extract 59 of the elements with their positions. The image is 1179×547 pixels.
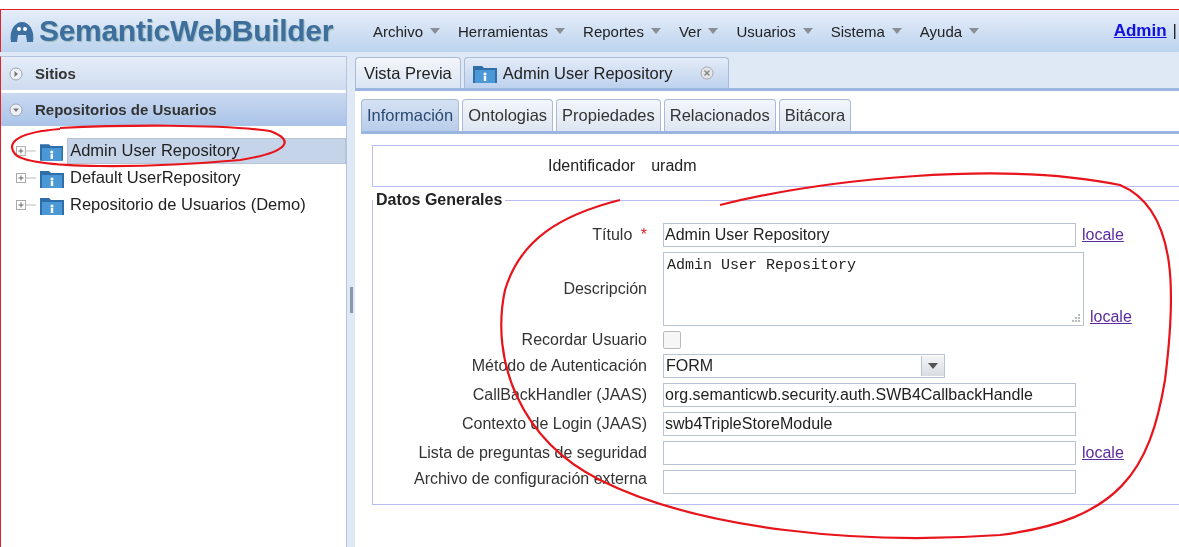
caret-icon — [555, 28, 566, 34]
caret-icon — [708, 28, 719, 34]
user-link[interactable]: Admin — [1113, 21, 1167, 41]
tree-item[interactable]: Admin User Repository — [67, 137, 346, 164]
tab[interactable]: Bitácora — [778, 99, 852, 131]
caret-icon — [891, 28, 902, 34]
identifier-value: uradm — [651, 157, 697, 175]
tree-item[interactable]: Repositorio de Usuarios (Demo) — [68, 194, 308, 215]
menu-item[interactable]: Ayuda — [919, 22, 980, 40]
folder-icon — [472, 63, 497, 83]
text-field[interactable] — [663, 441, 1076, 465]
field-label: Descripción — [563, 280, 647, 297]
text-area[interactable]: Admin User Repository — [663, 252, 1084, 326]
mascot-logo-icon — [9, 20, 35, 42]
dropdown[interactable]: FORM — [663, 354, 945, 378]
text-field[interactable] — [663, 470, 1076, 494]
collapse-icon — [9, 102, 23, 117]
expand-icon[interactable] — [16, 145, 36, 156]
tab[interactable]: Ontologias — [462, 99, 554, 131]
tab[interactable]: Información — [361, 99, 460, 131]
caret-icon — [969, 28, 980, 34]
menu-item[interactable]: Ver — [678, 22, 719, 40]
locale-link[interactable]: locale — [1082, 226, 1124, 244]
checkbox[interactable] — [663, 331, 681, 349]
tab[interactable]: Vista Previa — [355, 57, 461, 88]
text-field[interactable]: org.semanticwb.security.auth.SWB4CallbackHandle — [663, 383, 1076, 407]
tab[interactable]: Relacionados — [663, 99, 776, 131]
caret-icon — [650, 28, 661, 34]
field-label: Archivo de configuración externa — [413, 470, 647, 487]
logo-text: SemanticWebBuilder — [39, 14, 334, 48]
separator-text: | — [1172, 21, 1177, 41]
expand-icon[interactable] — [16, 199, 36, 210]
splitter-handle[interactable] — [349, 287, 353, 313]
expand-icon[interactable] — [16, 172, 36, 183]
close-icon[interactable] — [700, 66, 715, 80]
accordion-header[interactable]: Repositorios de Usuarios — [1, 93, 346, 129]
locale-link[interactable]: locale — [1090, 308, 1132, 326]
caret-icon — [802, 28, 813, 34]
menu-item[interactable]: Sistema — [830, 22, 902, 40]
required-mark: * — [640, 226, 647, 243]
expand-icon — [9, 66, 23, 81]
resize-grip-icon[interactable] — [1072, 314, 1080, 322]
tab[interactable]: Admin User Repository — [463, 57, 730, 88]
menu-item[interactable]: Herramientas — [458, 22, 566, 40]
menu-item[interactable]: Reportes — [583, 22, 661, 40]
locale-link[interactable]: locale — [1082, 444, 1124, 462]
accordion-header[interactable]: Sitios — [1, 57, 346, 93]
field-label: Título — [592, 226, 633, 243]
caret-icon — [430, 28, 441, 34]
tree-item[interactable]: Default UserRepository — [68, 167, 243, 188]
menu-item[interactable]: Usuarios — [736, 22, 813, 40]
tab[interactable]: Propiedades — [556, 99, 661, 131]
field-label: Identificador — [548, 157, 636, 175]
caret-icon — [928, 363, 938, 369]
text-field[interactable]: swb4TripleStoreModule — [663, 412, 1076, 436]
field-label: Recordar Usuario — [521, 331, 647, 348]
group-title: Datos Generales — [375, 191, 504, 209]
menu-item[interactable]: Archivo — [373, 22, 441, 40]
text-field[interactable]: Admin User Repository — [663, 223, 1076, 247]
